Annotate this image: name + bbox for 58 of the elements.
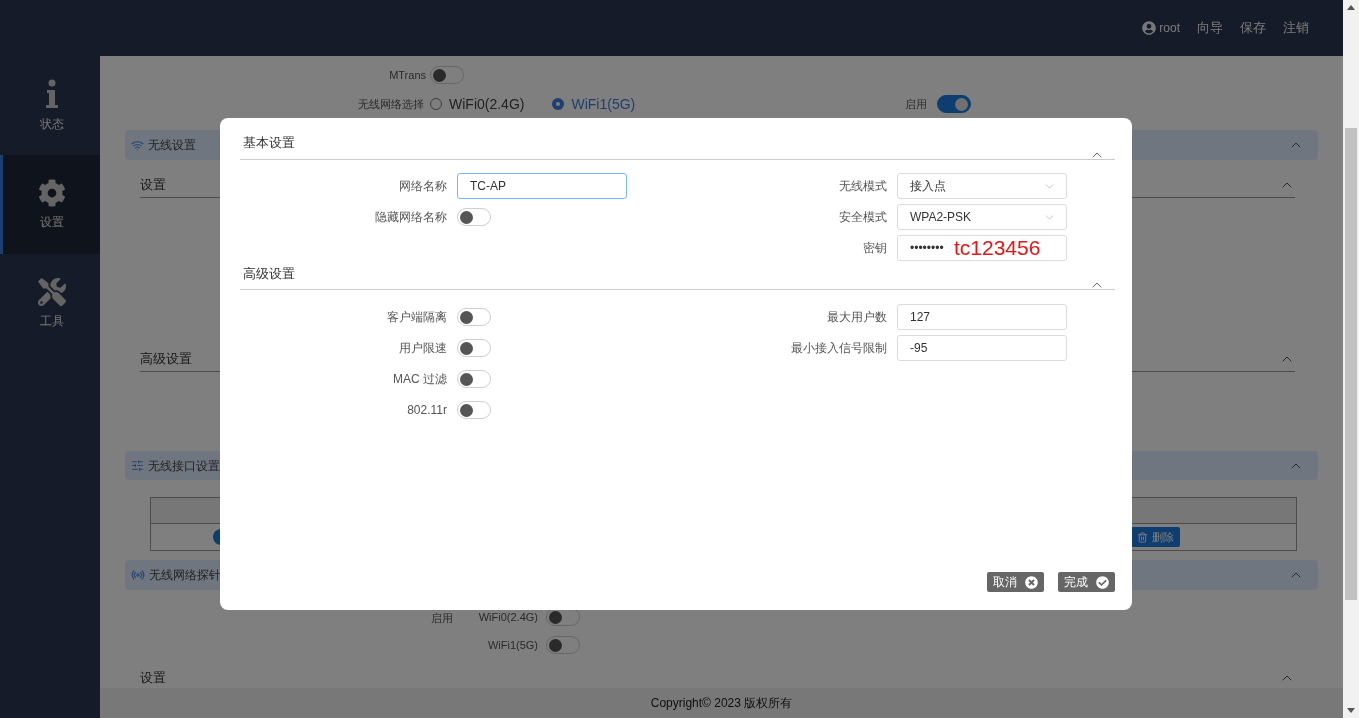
wifi-icon: [131, 138, 144, 152]
setting-label: WiFi0(2.4G): [477, 609, 538, 625]
setting-label: 启用: [431, 612, 453, 624]
section-title: 无线网络探针: [149, 567, 221, 584]
field-label: 密钥: [862, 240, 888, 257]
field-label: 无线模式: [838, 178, 888, 195]
delete-button[interactable]: 删除: [1131, 527, 1180, 547]
user-name: root: [1159, 20, 1180, 37]
field-label: 网络名称: [398, 178, 448, 195]
setting-label: MTrans: [388, 67, 427, 83]
topbar-link[interactable]: 保存: [1240, 18, 1266, 38]
select-field[interactable]: 接入点: [897, 173, 1067, 199]
text-field[interactable]: TC-AP: [457, 173, 627, 199]
field-label: 用户限速: [398, 340, 448, 357]
trash-icon: [1137, 531, 1148, 543]
text-field[interactable]: 127: [897, 304, 1067, 330]
dialog-section-title: 高级设置: [242, 265, 295, 283]
select-field[interactable]: WPA2-PSK: [897, 204, 1067, 230]
setting-label: 启用: [905, 96, 927, 112]
masked-value: ••••••••: [910, 240, 944, 257]
sidebar-item[interactable]: 工具: [0, 254, 100, 353]
setting-label: 无线网络选择: [357, 96, 425, 112]
scrollbar[interactable]: [1343, 0, 1359, 718]
field-label: 安全模式: [838, 209, 888, 226]
topbar-link[interactable]: 向导: [1197, 18, 1223, 38]
section-title: 无线接口设置: [148, 457, 220, 475]
field-label: 客户端隔离: [386, 309, 448, 326]
dialog-button[interactable]: 完成: [1058, 572, 1115, 592]
check-icon: [1096, 575, 1109, 589]
radio-option[interactable]: WiFi1(5G): [552, 93, 636, 115]
setting-label: WiFi1(5G): [486, 637, 538, 653]
close-icon: [1025, 575, 1038, 589]
subsection-title: 设置: [140, 669, 166, 688]
sidebar-item[interactable]: 设置: [0, 155, 100, 254]
subsection-title: 高级设置: [140, 349, 192, 368]
field-label: 最小接入信号限制: [790, 340, 888, 357]
tools-icon: [37, 277, 66, 306]
user-icon: [1142, 21, 1157, 35]
radio-option[interactable]: WiFi0(2.4G): [430, 93, 525, 115]
subsection-title: 设置: [140, 175, 166, 194]
settings-icon: [37, 178, 66, 207]
annotation-text: tc123456: [954, 235, 1041, 261]
info-icon: [43, 78, 60, 109]
field-label: 隐藏网络名称: [374, 209, 448, 226]
field-label: 802.11r: [406, 402, 448, 419]
section-title: 无线设置: [148, 137, 196, 154]
field-label: 最大用户数: [826, 309, 888, 326]
text-field[interactable]: -95: [897, 335, 1067, 361]
sliders-icon: [131, 459, 144, 472]
sidebar-item[interactable]: 状态: [0, 56, 100, 155]
copyright-text: Copyright© 2023 版权所有: [650, 695, 793, 712]
field-label: MAC 过滤: [392, 371, 448, 388]
dialog-section-title: 基本设置: [242, 134, 295, 152]
password-field[interactable]: •••••••• tc123456: [897, 235, 1067, 261]
toggle-switch[interactable]: [937, 95, 971, 113]
dialog-button[interactable]: 取消: [987, 572, 1044, 592]
signal-icon: [131, 568, 145, 582]
topbar-link[interactable]: 注销: [1283, 18, 1309, 38]
